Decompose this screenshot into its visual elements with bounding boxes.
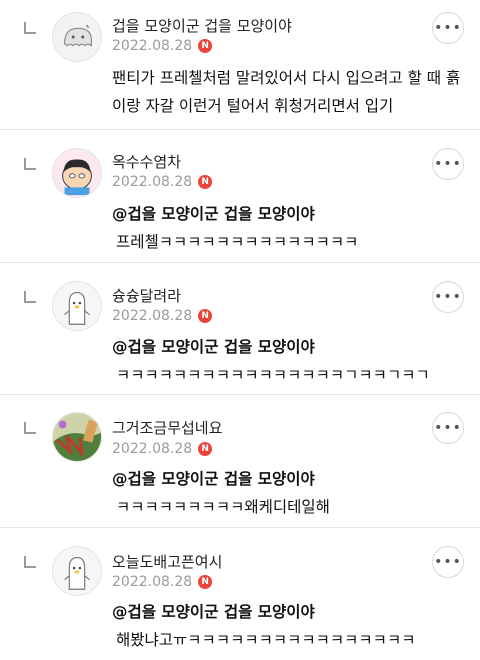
avatar[interactable] (52, 12, 102, 62)
more-options-button[interactable]: ••• (432, 546, 464, 578)
reply-indicator-icon (24, 158, 36, 170)
comment-date: 2022.08.28 (112, 574, 193, 590)
avatar[interactable] (52, 148, 102, 198)
comment-date: 2022.08.28 (112, 174, 193, 190)
penguin-character-icon (53, 282, 101, 330)
avatar[interactable] (52, 281, 102, 331)
divider (0, 394, 480, 395)
more-icon: ••• (434, 289, 462, 305)
comment-nickname[interactable]: 슝슝달려라 (112, 285, 181, 306)
ghost-character-icon (53, 13, 101, 61)
more-icon: ••• (434, 156, 462, 172)
new-badge: N (198, 575, 213, 589)
mention-text[interactable]: @겁을 모양이군 겁을 모양이야 (112, 333, 462, 361)
comment-date: 2022.08.28 (112, 308, 193, 324)
mention-text[interactable]: @겁을 모양이군 겁을 모양이야 (112, 465, 462, 493)
comment-body: @겁을 모양이군 겁을 모양이야 해봤냐고ㅠㅋㅋㅋㅋㅋㅋㅋㅋㅋㅋㅋㅋㅋㅋㅋㅋ (112, 598, 462, 654)
new-badge: N (198, 175, 213, 189)
comment-nickname[interactable]: 그거조금무섭네요 (112, 417, 222, 438)
more-options-button[interactable]: ••• (432, 148, 464, 180)
reply-indicator-icon (24, 556, 36, 568)
comment-nickname[interactable]: 옥수수염차 (112, 151, 181, 172)
comment-body: @겁을 모양이군 겁을 모양이야 ㅋㅋㅋㅋㅋㅋㅋㅋㅋㅋㅋㅋㅋㅋㅋㅋㄱㅋㅋㄱㅋㄱ (112, 333, 462, 389)
new-badge: N (198, 39, 213, 53)
comment-body: @겁을 모양이군 겁을 모양이야 프레첼ㅋㅋㅋㅋㅋㅋㅋㅋㅋㅋㅋㅋㅋㅋ (112, 200, 462, 256)
more-icon: ••• (434, 420, 462, 436)
more-options-button[interactable]: ••• (432, 412, 464, 444)
comment-text: ㅋㅋㅋㅋㅋㅋㅋㅋㅋㅋㅋㅋㅋㅋㅋㅋㄱㅋㅋㄱㅋㄱ (116, 366, 430, 384)
more-options-button[interactable]: ••• (432, 281, 464, 313)
avatar[interactable] (52, 412, 102, 462)
reply-indicator-icon (24, 22, 36, 34)
reply-indicator-icon (24, 291, 36, 303)
divider (0, 262, 480, 263)
photo-avatar-icon (53, 413, 101, 461)
mention-text[interactable]: @겁을 모양이군 겁을 모양이야 (112, 598, 462, 626)
kakao-character-icon (53, 149, 101, 197)
comment-nickname[interactable]: 오늘도배고픈여시 (112, 551, 222, 572)
comment-text: ㅋㅋㅋㅋㅋㅋㅋㅋㅋ왜케디테일해 (116, 498, 330, 516)
mention-text[interactable]: @겁을 모양이군 겁을 모양이야 (112, 200, 462, 228)
penguin-character-icon (53, 547, 101, 595)
comment-date: 2022.08.28 (112, 38, 193, 54)
reply-indicator-icon (24, 422, 36, 434)
comment-text: 프레첼ㅋㅋㅋㅋㅋㅋㅋㅋㅋㅋㅋㅋㅋㅋ (116, 233, 359, 251)
more-icon: ••• (434, 554, 462, 570)
comment-date: 2022.08.28 (112, 441, 193, 457)
more-options-button[interactable]: ••• (432, 12, 464, 44)
comment-text: 해봤냐고ㅠㅋㅋㅋㅋㅋㅋㅋㅋㅋㅋㅋㅋㅋㅋㅋㅋ (116, 631, 416, 649)
comment-text: 팬티가 프레첼처럼 말려있어서 다시 입으려고 할 때 흙이랑 자갈 이런거 털… (112, 69, 461, 115)
comment-body: 팬티가 프레첼처럼 말려있어서 다시 입으려고 할 때 흙이랑 자갈 이런거 털… (112, 64, 462, 120)
comment-nickname[interactable]: 겁을 모양이군 겁을 모양이야 (112, 15, 292, 36)
more-icon: ••• (434, 20, 462, 36)
new-badge: N (198, 309, 213, 323)
avatar[interactable] (52, 546, 102, 596)
divider (0, 129, 480, 130)
new-badge: N (198, 442, 213, 456)
divider (0, 527, 480, 528)
comment-body: @겁을 모양이군 겁을 모양이야 ㅋㅋㅋㅋㅋㅋㅋㅋㅋ왜케디테일해 (112, 465, 462, 521)
